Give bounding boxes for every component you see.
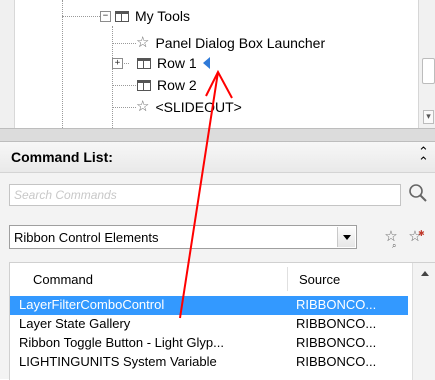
column-header-source[interactable]: Source: [299, 272, 340, 287]
tree-item-label: Row 2: [157, 77, 197, 93]
tree-connector: [112, 85, 136, 86]
column-divider[interactable]: [287, 267, 288, 291]
table-header: Command Source: [10, 263, 410, 295]
command-cell: Ribbon Toggle Button - Light Glyp...: [19, 335, 224, 350]
collapse-node-icon[interactable]: −: [100, 10, 111, 22]
tree-item-panel-dialog-box-launcher[interactable]: ☆ Panel Dialog Box Launcher: [136, 33, 325, 53]
source-cell: RIBBONCO...: [296, 316, 377, 331]
command-filter-value: Ribbon Control Elements: [14, 230, 159, 245]
tree-scrollbar[interactable]: ▾: [418, 0, 435, 128]
tree-connector: [112, 43, 136, 44]
tree-scroll-thumb[interactable]: [422, 58, 435, 84]
table-row[interactable]: Ribbon Toggle Button - Light Glyp... RIB…: [10, 334, 408, 353]
star-icon: ☆: [136, 34, 150, 51]
tree-item-row-1[interactable]: + Row 1: [112, 53, 210, 73]
find-command-icon[interactable]: ☆ ⌕: [380, 225, 402, 250]
star-icon: ☆: [136, 98, 150, 115]
new-command-icon[interactable]: ☆ ✱: [404, 225, 426, 247]
command-cell: LayerFilterComboControl: [19, 297, 165, 312]
command-filter-dropdown[interactable]: Ribbon Control Elements: [9, 225, 357, 249]
search-box[interactable]: [9, 184, 401, 206]
table-row[interactable]: LIGHTINGUNITS System Variable RIBBONCO..…: [10, 353, 408, 372]
command-table: Command Source LayerFilterComboControl R…: [9, 262, 435, 380]
panel-icon: [137, 57, 151, 69]
command-list-title: Command List:: [11, 149, 113, 165]
ribbon-tree-panel: − My Tools ☆ Panel Dialog Box Launcher +…: [0, 0, 435, 128]
column-header-command[interactable]: Command: [33, 272, 93, 287]
collapse-icon[interactable]: ⌃ ⌃: [418, 146, 429, 169]
source-cell: RIBBONCO...: [296, 335, 377, 350]
search-icon[interactable]: [407, 182, 429, 204]
chevron-down-icon[interactable]: [337, 227, 355, 247]
expand-node-icon[interactable]: +: [112, 57, 123, 69]
tree-connector: [62, 0, 63, 128]
command-list-panel: Command List: ⌃⌃ Ribbon Control Elements…: [0, 142, 435, 380]
tree-item-label: Panel Dialog Box Launcher: [155, 35, 326, 51]
tree-gutter: [0, 0, 15, 128]
command-cell: Layer State Gallery: [19, 316, 131, 331]
tree-item-row-2[interactable]: Row 2: [137, 75, 197, 95]
tree-item-slideout[interactable]: ☆ <SLIDEOUT>: [136, 97, 242, 117]
table-scrollbar[interactable]: [412, 263, 435, 380]
search-input[interactable]: [10, 185, 398, 205]
tree-item-label: Row 1: [157, 55, 197, 71]
tree-item-label: <SLIDEOUT>: [155, 99, 242, 115]
tree-item-my-tools[interactable]: − My Tools: [100, 6, 190, 26]
command-list-header: Command List: ⌃ ⌃: [0, 142, 435, 173]
scroll-down-icon[interactable]: ▾: [423, 110, 434, 124]
tree-item-label: My Tools: [135, 8, 190, 24]
scroll-up-icon[interactable]: [421, 271, 429, 276]
source-cell: RIBBONCO...: [296, 297, 377, 312]
tree-connector: [112, 26, 113, 128]
table-row[interactable]: LayerFilterComboControl RIBBONCO...: [10, 296, 408, 315]
panel-splitter[interactable]: [0, 128, 435, 142]
insertion-marker-icon: [202, 57, 210, 69]
panel-icon: [137, 79, 151, 91]
table-row[interactable]: Layer State Gallery RIBBONCO...: [10, 315, 408, 334]
source-cell: RIBBONCO...: [296, 354, 377, 369]
tree-connector: [112, 107, 136, 108]
panel-icon: [115, 10, 129, 22]
command-cell: LIGHTINGUNITS System Variable: [19, 354, 217, 369]
tree-connector: [62, 16, 100, 17]
